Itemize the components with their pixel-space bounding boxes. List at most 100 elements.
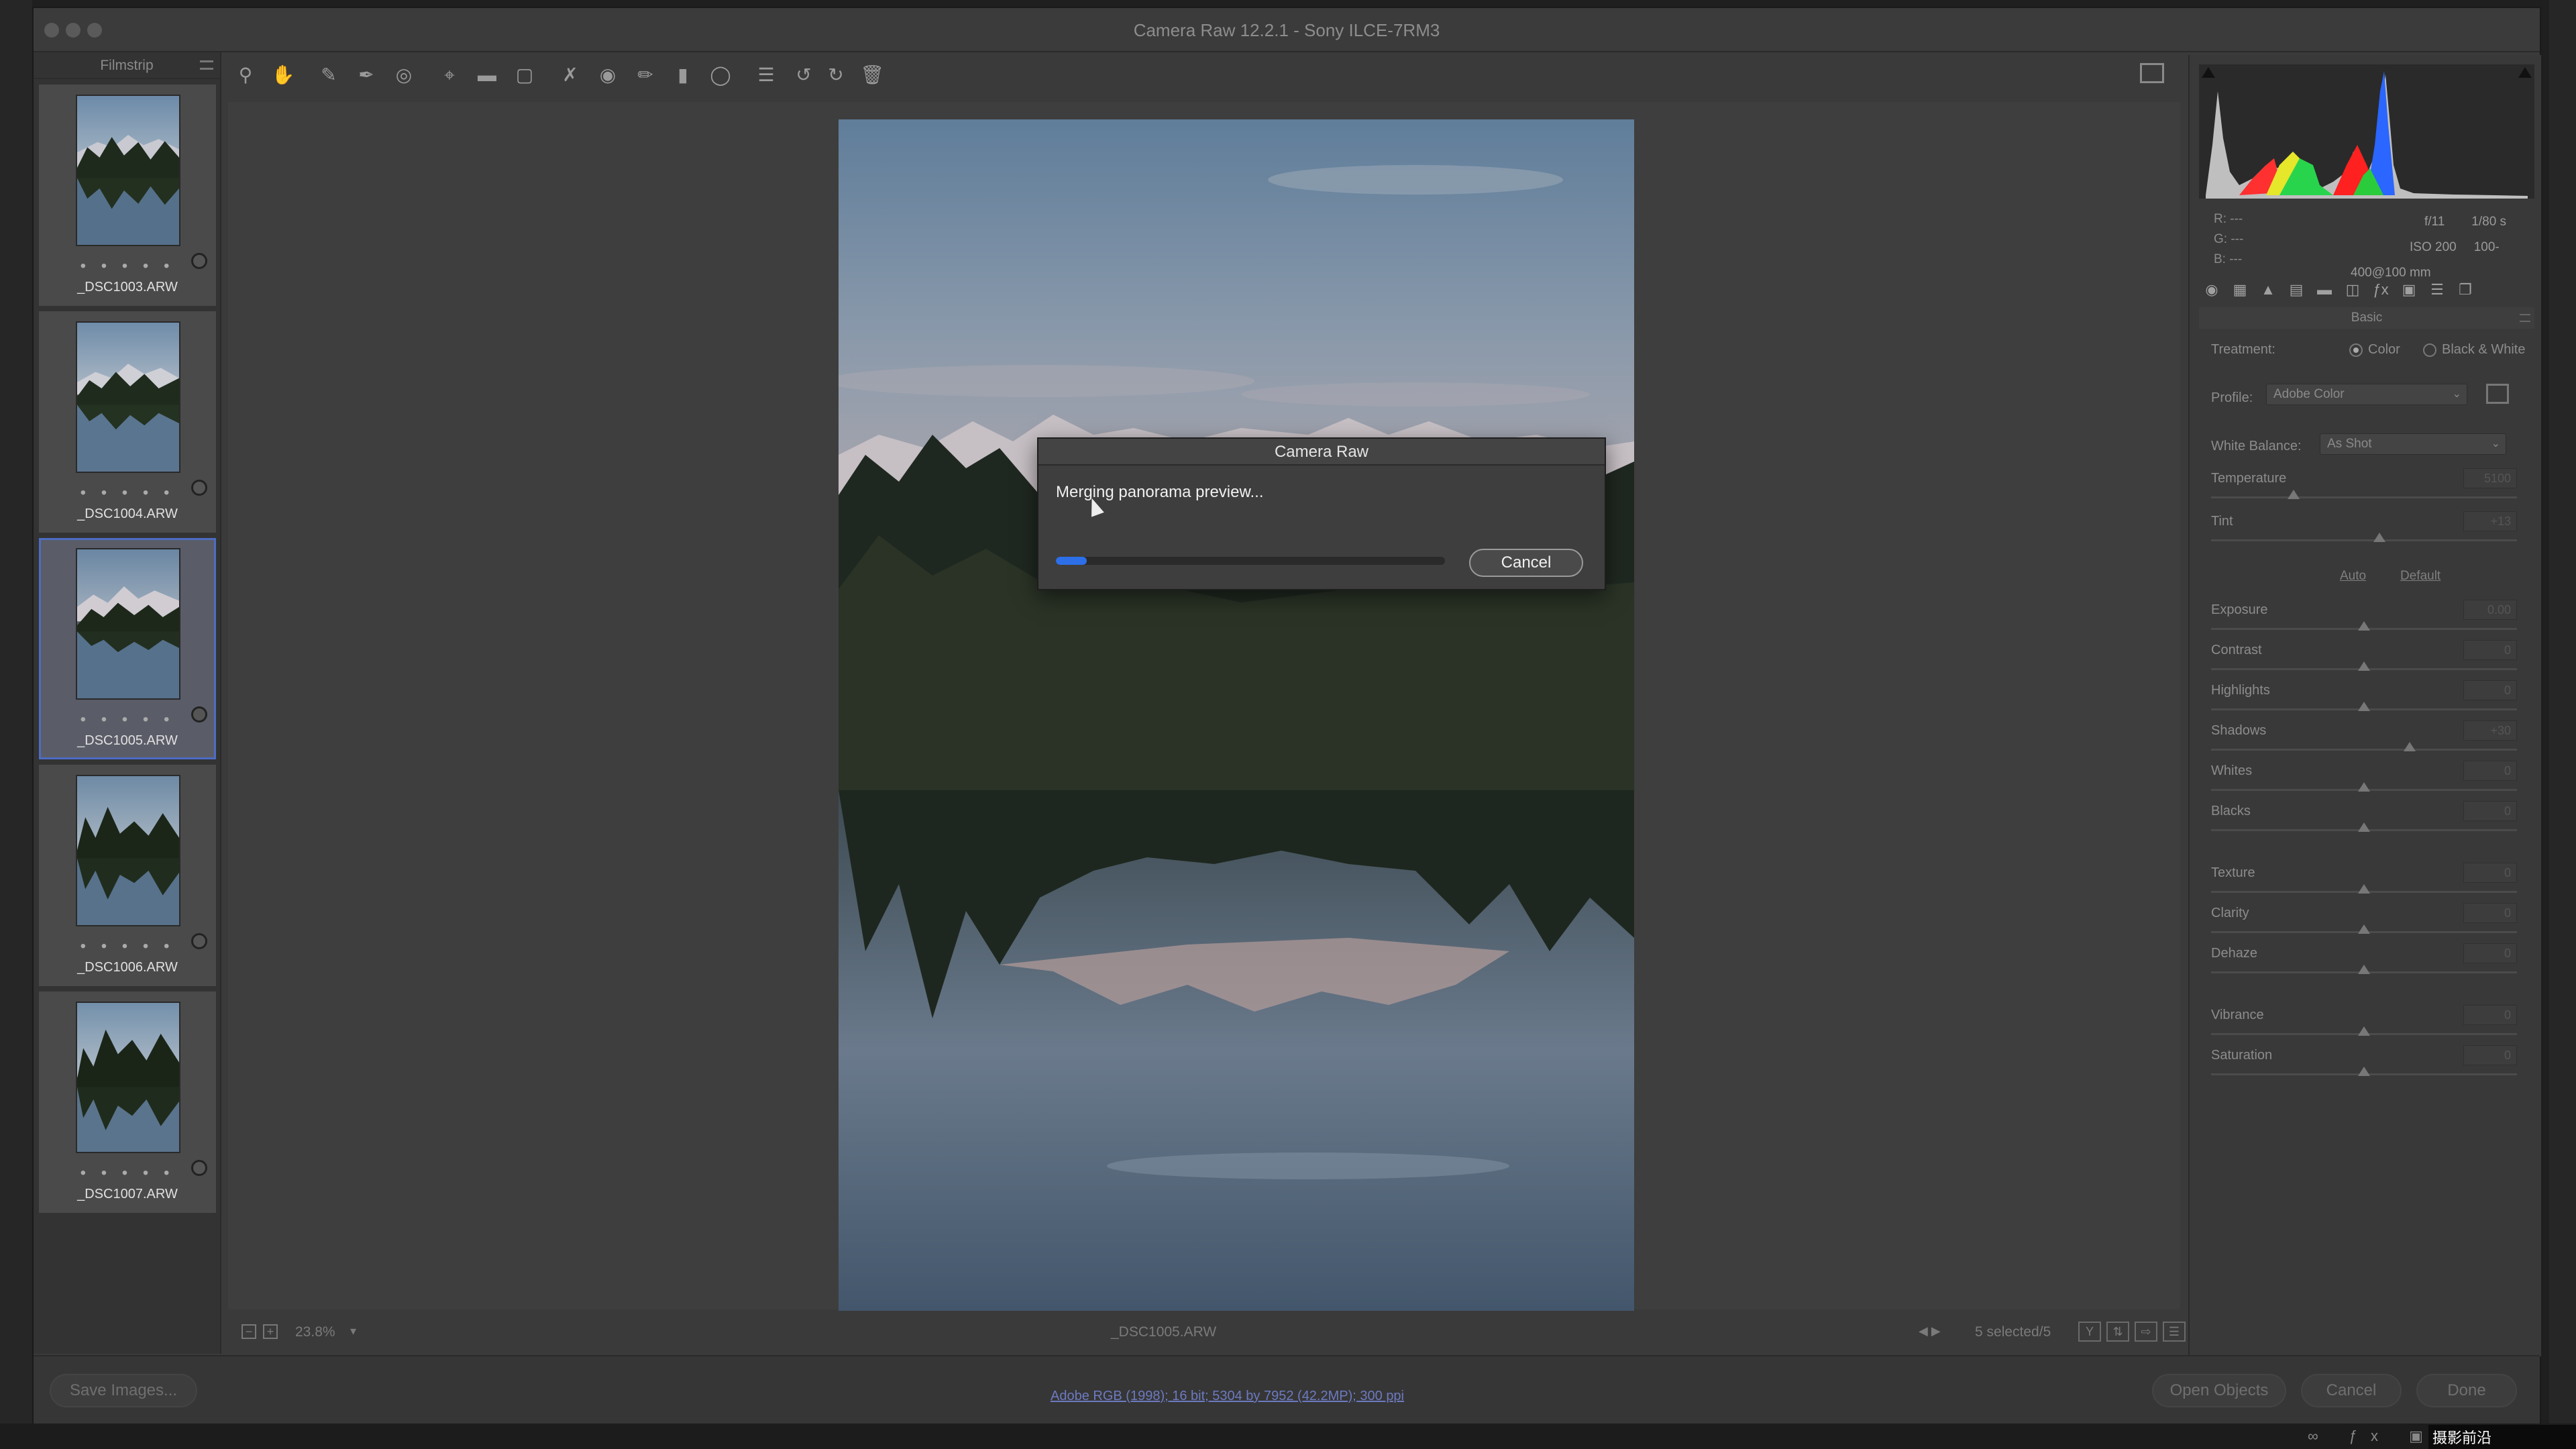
slider-blacks[interactable]: Blacks 0 <box>2211 801 2517 841</box>
slider-value-field[interactable]: +30 <box>2463 720 2517 741</box>
presets-tab-icon[interactable]: ☰ <box>2427 280 2447 299</box>
save-images-button[interactable]: Save Images... <box>50 1374 197 1407</box>
slider-value-field[interactable]: 0 <box>2463 680 2517 700</box>
hand-icon[interactable]: ✋ <box>270 62 297 89</box>
target-adjust-icon[interactable]: ◎ <box>390 62 417 89</box>
slider-value-field[interactable]: 0 <box>2463 640 2517 660</box>
tone-curve-tab-icon[interactable]: ▦ <box>2230 280 2250 299</box>
slider-value-field[interactable]: 0 <box>2463 761 2517 781</box>
zoom-dropdown-chevron-icon[interactable]: ▾ <box>350 1324 356 1338</box>
filmstrip-item[interactable]: • • • • • _DSC1006.ARW <box>39 765 216 986</box>
spot-removal-icon[interactable]: ✗ <box>557 62 584 89</box>
done-button[interactable]: Done <box>2416 1374 2517 1407</box>
slider-value-field[interactable]: 0 <box>2463 1045 2517 1065</box>
slider-saturation[interactable]: Saturation 0 <box>2211 1045 2517 1085</box>
rating-dots[interactable]: • • • • • <box>41 937 214 956</box>
slider-thumb[interactable] <box>2358 782 2370 792</box>
slider-exposure[interactable]: Exposure 0.00 <box>2211 600 2517 640</box>
slider-value-field[interactable]: 0 <box>2463 1005 2517 1025</box>
highlight-clipping-icon[interactable] <box>2518 67 2532 78</box>
white-balance-dropdown[interactable]: As Shot ⌄ <box>2320 433 2506 455</box>
slider-value-field[interactable]: +13 <box>2463 511 2517 531</box>
effects-tab-icon[interactable]: ƒx <box>2371 280 2391 299</box>
rating-dots[interactable]: • • • • • <box>41 257 214 276</box>
fullscreen-toggle-icon[interactable] <box>2140 63 2164 83</box>
filmstrip-item[interactable]: • • • • • _DSC1007.ARW <box>39 991 216 1213</box>
zoom-icon[interactable]: ⚲ <box>232 62 259 89</box>
shadow-clipping-icon[interactable] <box>2202 67 2215 78</box>
zoom-in-button[interactable]: + <box>263 1324 278 1339</box>
copy-settings-button[interactable]: ⇨ <box>2135 1322 2157 1342</box>
straighten-icon[interactable]: ▬ <box>474 62 500 89</box>
view-options-button[interactable]: ☰ <box>2163 1322 2186 1342</box>
treatment-bw-radio[interactable] <box>2423 343 2436 357</box>
slider-value-field[interactable]: 0 <box>2463 801 2517 821</box>
slider-texture[interactable]: Texture 0 <box>2211 863 2517 903</box>
color-sampler-icon[interactable]: ✒ <box>353 62 380 89</box>
slider-thumb[interactable] <box>2358 621 2370 631</box>
slider-value-field[interactable]: 0 <box>2463 863 2517 883</box>
slider-thumb[interactable] <box>2358 924 2370 934</box>
treatment-color-radio[interactable] <box>2349 343 2363 357</box>
slider-dehaze[interactable]: Dehaze 0 <box>2211 943 2517 983</box>
slider-track[interactable] <box>2211 496 2517 498</box>
zoom-out-button[interactable]: − <box>241 1324 256 1339</box>
slider-thumb[interactable] <box>2373 533 2385 542</box>
crop-icon[interactable]: ⌖ <box>436 62 463 89</box>
slider-value-field[interactable]: 5100 <box>2463 468 2517 488</box>
open-objects-button[interactable]: Open Objects <box>2152 1374 2286 1407</box>
transform-icon[interactable]: ▢ <box>511 62 538 89</box>
detail-tab-icon[interactable]: ▲ <box>2258 280 2278 299</box>
slider-contrast[interactable]: Contrast 0 <box>2211 640 2517 680</box>
trash-icon[interactable]: 🗑 <box>859 62 885 89</box>
slider-thumb[interactable] <box>2358 1026 2370 1036</box>
workflow-options-link[interactable]: Adobe RGB (1998); 16 bit; 5304 by 7952 (… <box>1051 1389 1404 1404</box>
rating-dots[interactable]: • • • • • <box>41 1164 214 1183</box>
slider-thumb[interactable] <box>2358 965 2370 974</box>
zoom-level[interactable]: 23.8% <box>295 1324 335 1340</box>
slider-thumb[interactable] <box>2288 490 2300 499</box>
red-eye-icon[interactable]: ◉ <box>594 62 621 89</box>
swap-settings-button[interactable]: ⇅ <box>2106 1322 2129 1342</box>
cancel-button[interactable]: Cancel <box>2301 1374 2402 1407</box>
slider-thumb[interactable] <box>2358 884 2370 894</box>
rating-dots[interactable]: • • • • • <box>41 484 214 502</box>
section-menu-icon[interactable] <box>2520 314 2530 322</box>
slider-shadows[interactable]: Shadows +30 <box>2211 720 2517 761</box>
slider-highlights[interactable]: Highlights 0 <box>2211 680 2517 720</box>
rating-dots[interactable]: • • • • • <box>41 710 214 729</box>
filmstrip-item-selected[interactable]: • • • • • _DSC1005.ARW <box>39 538 216 759</box>
white-balance-icon[interactable]: ✎ <box>315 62 342 89</box>
rotate-right-icon[interactable]: ↻ <box>822 62 849 89</box>
presets-icon[interactable]: ☰ <box>753 62 780 89</box>
slider-value-field[interactable]: 0.00 <box>2463 600 2517 620</box>
basic-tab-icon[interactable]: ◉ <box>2202 280 2222 299</box>
slider-vibrance[interactable]: Vibrance 0 <box>2211 1005 2517 1045</box>
auto-link[interactable]: Auto <box>2340 569 2366 584</box>
filmstrip-menu-icon[interactable] <box>200 60 213 70</box>
rotate-left-icon[interactable]: ↺ <box>790 62 817 89</box>
profile-browser-icon[interactable] <box>2486 384 2509 404</box>
slider-track[interactable] <box>2211 749 2517 751</box>
slider-thumb[interactable] <box>2358 661 2370 671</box>
before-after-toggle-button[interactable]: Y <box>2078 1322 2101 1342</box>
slider-thumb[interactable] <box>2358 1067 2370 1076</box>
profile-dropdown[interactable]: Adobe Color ⌄ <box>2266 384 2467 405</box>
slider-thumb[interactable] <box>2358 822 2370 832</box>
filmstrip-item[interactable]: • • • • • _DSC1004.ARW <box>39 311 216 533</box>
slider-thumb[interactable] <box>2404 742 2416 751</box>
hsl-tab-icon[interactable]: ▤ <box>2286 280 2306 299</box>
slider-temperature[interactable]: Temperature 5100 <box>2211 468 2517 508</box>
slider-tint[interactable]: Tint +13 <box>2211 511 2517 551</box>
slider-clarity[interactable]: Clarity 0 <box>2211 903 2517 943</box>
default-link[interactable]: Default <box>2400 569 2440 584</box>
graduated-filter-icon[interactable]: ▮ <box>669 62 696 89</box>
snapshots-tab-icon[interactable]: ❐ <box>2455 280 2475 299</box>
slider-whites[interactable]: Whites 0 <box>2211 761 2517 801</box>
nav-arrows-icon[interactable]: ◀ ▶ <box>1919 1324 1941 1338</box>
adjustment-brush-icon[interactable]: ✏ <box>632 62 659 89</box>
split-toning-tab-icon[interactable]: ▬ <box>2314 280 2334 299</box>
lens-tab-icon[interactable]: ◫ <box>2343 280 2363 299</box>
radial-filter-icon[interactable]: ◯ <box>707 62 734 89</box>
slider-value-field[interactable]: 0 <box>2463 903 2517 923</box>
